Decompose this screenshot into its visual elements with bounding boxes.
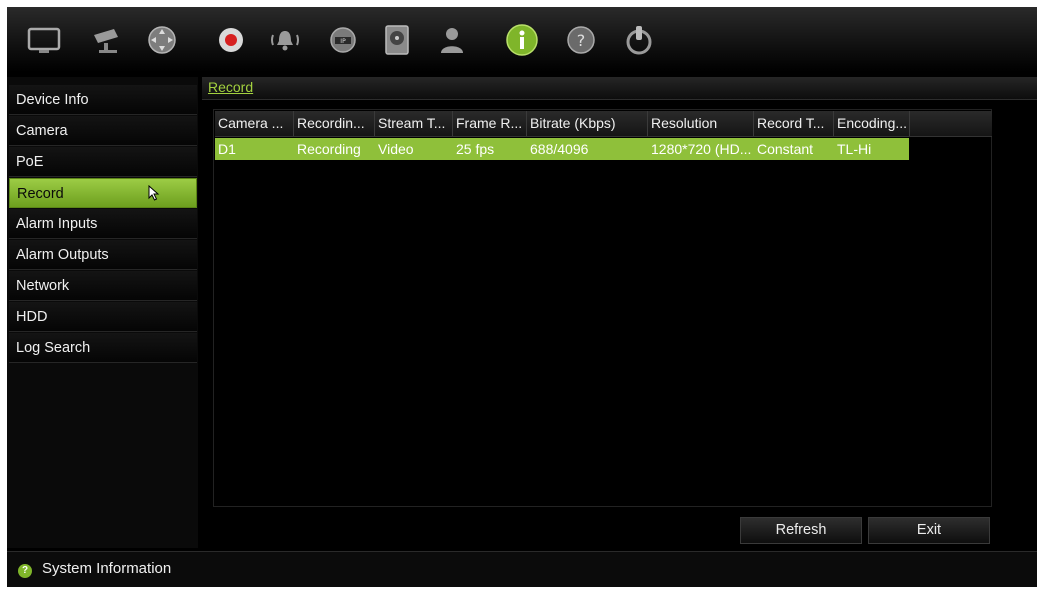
record-icon[interactable] — [214, 23, 248, 57]
main-window: IP ? Device Info Camera PoE Record Alarm… — [7, 7, 1037, 587]
refresh-button[interactable]: Refresh — [740, 517, 862, 544]
sidebar-item-label: Record — [17, 186, 64, 202]
cell-record-type: Constant — [757, 141, 814, 157]
column-header-resolution[interactable]: Resolution — [648, 111, 754, 136]
camera-icon[interactable] — [90, 23, 124, 57]
info-icon[interactable] — [505, 23, 539, 57]
cell-camera: D1 — [218, 141, 236, 157]
sidebar-item-alarm-inputs[interactable]: Alarm Inputs — [9, 209, 197, 239]
ptz-icon[interactable] — [145, 23, 179, 57]
svg-text:?: ? — [577, 31, 586, 50]
sidebar-item-poe[interactable]: PoE — [9, 147, 197, 177]
sidebar-item-label: Alarm Outputs — [16, 247, 109, 263]
sidebar-item-label: PoE — [16, 154, 44, 170]
cell-recording: Recording — [297, 141, 361, 157]
help-icon[interactable]: ? — [564, 23, 598, 57]
column-header-frame-rate[interactable]: Frame R... — [453, 111, 527, 136]
sidebar-item-alarm-outputs[interactable]: Alarm Outputs — [9, 240, 197, 270]
page-header: Record — [202, 77, 1037, 100]
sidebar-item-record[interactable]: Record — [9, 178, 197, 208]
network-icon[interactable]: IP — [326, 23, 360, 57]
page-title[interactable]: Record — [208, 79, 253, 95]
exit-button[interactable]: Exit — [868, 517, 990, 544]
status-bar: ? System Information — [7, 551, 1037, 587]
sidebar-item-label: Alarm Inputs — [16, 216, 98, 232]
cell-resolution: 1280*720 (HD... — [651, 141, 752, 157]
table-row[interactable]: D1 Recording Video 25 fps 688/4096 1280*… — [215, 138, 909, 160]
power-icon[interactable] — [622, 23, 656, 57]
column-header-record-type[interactable]: Record T... — [754, 111, 834, 136]
help-status-icon: ? — [18, 564, 32, 578]
column-header-bitrate[interactable]: Bitrate (Kbps) — [527, 111, 648, 136]
sidebar-item-label: Log Search — [16, 340, 91, 356]
record-table: Camera ... Recordin... Stream T... Frame… — [213, 109, 992, 507]
cell-encoding: TL-Hi — [837, 141, 872, 157]
cell-stream-type: Video — [378, 141, 414, 157]
sidebar-item-label: Device Info — [16, 92, 89, 108]
svg-text:IP: IP — [340, 38, 346, 45]
column-header-recording[interactable]: Recordin... — [294, 111, 375, 136]
sidebar-item-label: Network — [16, 278, 70, 294]
top-toolbar: IP ? — [7, 7, 1037, 72]
monitor-icon[interactable] — [27, 23, 61, 57]
table-header: Camera ... Recordin... Stream T... Frame… — [215, 111, 992, 137]
column-header-stream-type[interactable]: Stream T... — [375, 111, 453, 136]
sidebar-item-network[interactable]: Network — [9, 271, 197, 301]
sidebar-item-label: HDD — [16, 309, 48, 325]
cell-frame-rate: 25 fps — [456, 141, 495, 157]
column-header-camera[interactable]: Camera ... — [215, 111, 294, 136]
user-icon[interactable] — [435, 23, 469, 57]
sidebar-item-label: Camera — [16, 123, 68, 139]
column-header-encoding[interactable]: Encoding... — [834, 111, 910, 136]
mouse-cursor-icon — [148, 185, 160, 201]
sidebar-item-camera[interactable]: Camera — [9, 116, 197, 146]
sidebar: Device Info Camera PoE Record Alarm Inpu… — [7, 77, 198, 548]
sidebar-item-hdd[interactable]: HDD — [9, 302, 197, 332]
cell-bitrate: 688/4096 — [530, 141, 589, 157]
sidebar-item-log-search[interactable]: Log Search — [9, 333, 197, 363]
status-text: System Information — [42, 560, 172, 577]
alarm-icon[interactable] — [268, 23, 302, 57]
hdd-icon[interactable] — [380, 23, 414, 57]
sidebar-item-device-info[interactable]: Device Info — [9, 85, 197, 115]
